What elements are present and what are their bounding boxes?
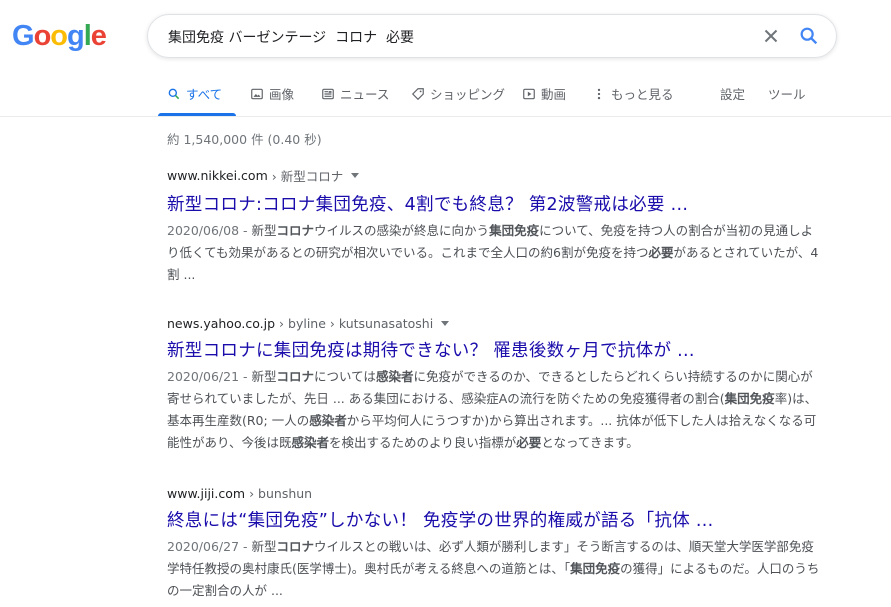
snippet-highlight: 感染者: [375, 369, 414, 384]
snippet-highlight: 集団免疫: [570, 561, 621, 576]
snippet-highlight: コロナ: [276, 539, 315, 554]
tab-label: ニュース: [340, 87, 390, 102]
tab-shopping[interactable]: ショッピング: [411, 84, 505, 103]
snippet-text: となってきます。: [541, 435, 639, 450]
snippet-highlight: 必要: [648, 245, 674, 260]
snippet-highlight: コロナ: [276, 369, 315, 384]
result-domain: news.yahoo.co.jp: [167, 316, 276, 331]
snippet-text: 新型: [251, 369, 277, 384]
snippet-text: 新型: [251, 539, 277, 554]
search-box: [147, 14, 837, 58]
tab-images[interactable]: 画像: [250, 84, 294, 103]
result-snippet: 2020/06/21 - 新型コロナについては感染者に免疫ができるのか、できると…: [167, 366, 822, 454]
tab-label: 画像: [269, 87, 295, 102]
result-path: › bunshun: [249, 486, 313, 501]
result-path: › 新型コロナ: [271, 169, 344, 184]
result-stats: 約 1,540,000 件 (0.40 秒): [167, 132, 322, 147]
snippet-text: 新型: [251, 223, 277, 238]
snippet-text: ウイルスの感染が終息に向かう: [314, 223, 490, 238]
logo-letter: o: [50, 20, 68, 52]
logo-letter: o: [33, 20, 52, 52]
tag-icon: [411, 87, 424, 100]
tab-label: すべて: [186, 87, 223, 102]
snippet-highlight: コロナ: [276, 223, 315, 238]
result-title[interactable]: 終息には“集団免疫”しかない！ 免疫学の世界的権威が語る「抗体 ...: [167, 507, 827, 532]
result-date: 2020/06/27 -: [167, 539, 252, 554]
dropdown-arrow-icon[interactable]: [441, 321, 450, 326]
search-input[interactable]: [166, 25, 730, 49]
tab-news[interactable]: ニュース: [321, 84, 389, 103]
tab-tools[interactable]: ツール: [768, 84, 806, 103]
result-date: 2020/06/08 -: [167, 223, 252, 238]
result-domain: www.jiji.com: [167, 486, 246, 501]
play-icon: [523, 88, 535, 99]
tab-settings[interactable]: 設定: [720, 84, 745, 103]
tab-label: ショッピング: [430, 87, 506, 102]
dropdown-arrow-icon[interactable]: [351, 173, 360, 178]
snippet-highlight: 集団免疫: [724, 391, 775, 406]
tab-videos[interactable]: 動画: [522, 84, 566, 103]
logo-letter: g: [67, 20, 85, 52]
result-url[interactable]: news.yahoo.co.jp › byline › kutsunasatos…: [167, 316, 827, 331]
search-icon: [168, 88, 180, 99]
snippet-highlight: 感染者: [291, 435, 330, 450]
clear-icon[interactable]: [760, 25, 782, 47]
image-icon: [251, 88, 263, 99]
more-vert-icon: [597, 88, 601, 99]
result-date: 2020/06/21 -: [167, 369, 252, 384]
result-url[interactable]: www.jiji.com › bunshun: [167, 486, 827, 501]
search-icon[interactable]: [798, 25, 820, 47]
active-tab-indicator: [158, 113, 236, 116]
result-domain: www.nikkei.com: [167, 168, 268, 183]
tab-label: もっと見る: [611, 87, 674, 102]
tab-label: 動画: [541, 87, 567, 102]
search-result: www.nikkei.com › 新型コロナ 新型コロナ:コロナ集団免疫、4割で…: [167, 166, 827, 286]
result-url[interactable]: www.nikkei.com › 新型コロナ: [167, 166, 827, 185]
tab-label: 設定: [720, 87, 746, 102]
snippet-highlight: 感染者: [309, 413, 347, 428]
snippet-highlight: 集団免疫: [489, 223, 540, 238]
search-result: www.jiji.com › bunshun 終息には“集団免疫”しかない！ 免…: [167, 486, 827, 602]
search-result: news.yahoo.co.jp › byline › kutsunasatos…: [167, 316, 827, 454]
snippet-text: については: [314, 369, 376, 384]
tab-label: ツール: [768, 87, 806, 102]
tab-all[interactable]: すべて: [167, 84, 222, 103]
result-title[interactable]: 新型コロナ:コロナ集団免疫、4割でも終息？ 第2波警戒は必要 ...: [167, 191, 827, 216]
snippet-highlight: 必要: [516, 435, 542, 450]
news-icon: [322, 88, 334, 99]
logo-letter: l: [83, 20, 92, 52]
google-logo[interactable]: Google: [12, 20, 107, 53]
logo-letter: G: [12, 20, 35, 52]
result-path: › byline › kutsunasatoshi: [279, 316, 434, 331]
result-snippet: 2020/06/08 - 新型コロナウイルスの感染が終息に向かう集団免疫について…: [167, 220, 822, 286]
tab-more[interactable]: もっと見る: [592, 84, 674, 103]
result-title[interactable]: 新型コロナに集団免疫は期待できない？ 罹患後数ヶ月で抗体が ...: [167, 337, 827, 362]
result-snippet: 2020/06/27 - 新型コロナウイルスとの戦いは、必ず人類が勝利します」そ…: [167, 536, 822, 602]
search-tabs: すべて 画像 ニュース ショッピング 動画 もっと見る 設定 ツール: [0, 76, 891, 117]
logo-letter: e: [90, 20, 107, 52]
snippet-text: を検出するためのより良い指標が: [329, 435, 517, 450]
